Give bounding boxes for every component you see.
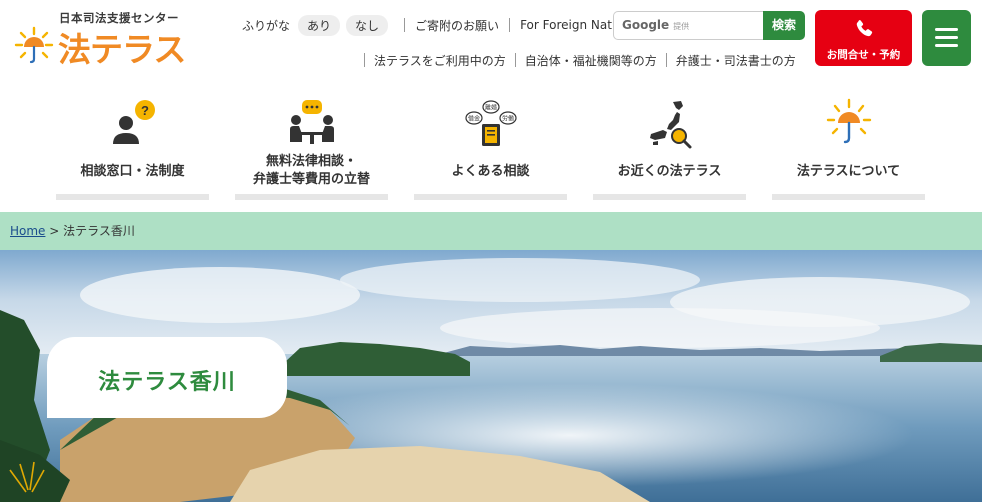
nav-about-houterasu[interactable]: 法テラスについて — [772, 90, 925, 200]
faq-bubble-text: 労働 — [501, 115, 513, 123]
nav-label: お近くの法テラス — [617, 164, 722, 179]
sun-umbrella-logo-icon — [14, 26, 54, 64]
nav-nearby-offices[interactable]: お近くの法テラス — [593, 90, 746, 200]
nav-free-legal-consultation[interactable]: 無料法律相談・ 弁護士等費用の立替 — [235, 90, 388, 200]
breadcrumb: Home > 法テラス香川 — [0, 212, 982, 250]
breadcrumb-home-link[interactable]: Home — [10, 224, 45, 238]
contact-button[interactable]: お問合せ・予約 — [815, 10, 912, 66]
japan-map-search-icon — [649, 101, 691, 149]
nav-label: 無料法律相談・ — [265, 154, 357, 169]
site-logo[interactable]: 日本司法支援センター 法テラス — [12, 10, 192, 70]
menu-icon-bar — [935, 36, 958, 39]
nav-label: 法テラスについて — [796, 164, 901, 179]
menu-icon-bar — [935, 28, 958, 31]
nav-faq[interactable]: 離婚 借金 労働 よくある相談 — [414, 90, 567, 200]
search-input[interactable]: Google 提供 — [613, 11, 765, 40]
nav-label: 相談窓口・法制度 — [80, 164, 185, 179]
utility-row-top: ふりがな あり なし ご寄附のお願い For Foreign Nationals — [242, 14, 647, 36]
faq-bubble-text: 借金 — [467, 115, 479, 123]
hamburger-menu-button[interactable] — [922, 10, 971, 66]
hero-banner: 法テラス香川 — [0, 250, 982, 502]
nav-consultation-desk[interactable]: ? 相談窓口・法制度 — [56, 90, 209, 200]
furigana-off-button[interactable]: なし — [346, 14, 389, 36]
consultant-icon: ? — [112, 100, 155, 144]
contact-label: お問合せ・予約 — [826, 49, 901, 61]
furigana-label: ふりがな — [242, 18, 291, 33]
site-search: Google 提供 検索 — [613, 11, 805, 40]
divider — [509, 18, 511, 32]
hero-title-card: 法テラス香川 — [47, 337, 287, 418]
faq-bubble-text: 離婚 — [484, 104, 496, 112]
divider — [514, 53, 516, 67]
menu-icon-bar — [935, 44, 958, 47]
nav-underline — [56, 194, 209, 200]
nav-underline — [414, 194, 567, 200]
audience-link-municipalities[interactable]: 自治体・福祉機関等の方 — [525, 52, 657, 69]
phone-icon — [856, 20, 873, 37]
nav-label-line2: 弁護士等費用の立替 — [252, 172, 370, 187]
sun-umbrella-icon — [826, 98, 871, 144]
furigana-on-button[interactable]: あり — [298, 14, 341, 36]
divider — [404, 18, 406, 32]
breadcrumb-current: 法テラス香川 — [63, 224, 135, 238]
nav-underline — [772, 194, 925, 200]
faq-book-icon: 離婚 借金 労働 — [464, 100, 517, 146]
breadcrumb-separator: > — [49, 224, 60, 238]
audience-link-users[interactable]: 法テラスをご利用中の方 — [374, 52, 506, 69]
hero-title: 法テラス香川 — [98, 370, 236, 395]
consultation-meeting-icon — [289, 100, 334, 144]
google-label: Google — [622, 18, 670, 32]
svg-text:?: ? — [141, 103, 149, 118]
nav-label: よくある相談 — [451, 164, 530, 179]
divider — [665, 53, 667, 67]
search-button[interactable]: 検索 — [763, 11, 805, 40]
logo-name: 法テラス — [58, 30, 186, 69]
divider — [364, 53, 365, 67]
utility-row-audience: 法テラスをご利用中の方 自治体・福祉機関等の方 弁護士・司法書士の方 — [364, 51, 796, 69]
audience-link-lawyers[interactable]: 弁護士・司法書士の方 — [676, 52, 796, 69]
google-provided-label: 提供 — [673, 22, 690, 31]
donation-link[interactable]: ご寄附のお願い — [415, 17, 499, 34]
nav-underline — [593, 194, 746, 200]
nav-underline — [235, 194, 388, 200]
